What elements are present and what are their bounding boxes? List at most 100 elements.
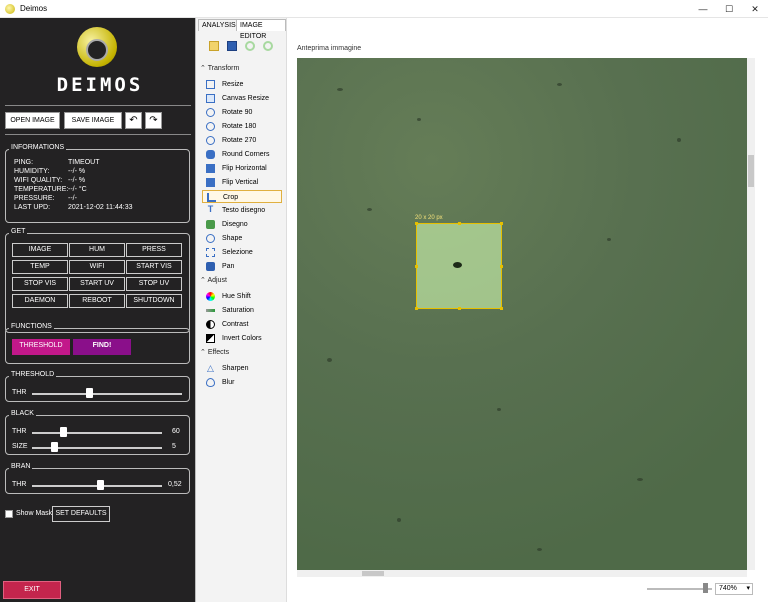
tool-flip-vertical[interactable]: Flip Vertical bbox=[202, 176, 282, 189]
image-speck bbox=[557, 83, 562, 86]
flip-horizontal-icon bbox=[206, 164, 215, 173]
get-wifi-button[interactable]: WIFI bbox=[69, 260, 125, 274]
threshold-slider-thumb[interactable] bbox=[86, 388, 93, 398]
vertical-scroll-thumb[interactable] bbox=[748, 155, 754, 187]
get-press-button[interactable]: PRESS bbox=[126, 243, 182, 257]
tool-flip-horizontal[interactable]: Flip Horizontal bbox=[202, 162, 282, 175]
black-size-slider-thumb[interactable] bbox=[51, 442, 58, 452]
image-speck bbox=[367, 208, 372, 211]
bran-slider-thumb[interactable] bbox=[97, 480, 104, 490]
tool-label: Selezione bbox=[222, 249, 253, 256]
shutdown-button[interactable]: SHUTDOWN bbox=[126, 294, 182, 308]
humidity-label: HUMIDITY: bbox=[14, 168, 50, 175]
tab-image-editor[interactable]: IMAGE EDITOR bbox=[236, 19, 286, 40]
image-preview-area: Anteprima immagine 20 x 20 px 740% ▾ bbox=[287, 18, 768, 602]
crop-handle[interactable] bbox=[415, 222, 418, 225]
threshold-slider-track[interactable] bbox=[32, 393, 182, 395]
threshold-title: THRESHOLD bbox=[9, 371, 57, 378]
tool-invert-colors[interactable]: Invert Colors bbox=[202, 332, 282, 345]
tool-saturation[interactable]: Saturation bbox=[202, 304, 282, 317]
crop-selection[interactable] bbox=[415, 222, 503, 310]
undo-icon[interactable]: ↶ bbox=[125, 112, 142, 129]
open-file-icon[interactable] bbox=[209, 41, 219, 51]
tool-resize[interactable]: Resize bbox=[202, 78, 282, 91]
stop-vis-button[interactable]: STOP VIS bbox=[12, 277, 68, 291]
transform-title: Transform bbox=[207, 65, 240, 72]
tool-crop[interactable]: Crop bbox=[202, 190, 282, 203]
black-panel: BLACK THR 60 SIZE 5 bbox=[5, 410, 190, 455]
get-image-button[interactable]: IMAGE bbox=[12, 243, 68, 257]
tool-label: Shape bbox=[222, 235, 243, 242]
daemon-button[interactable]: DAEMON bbox=[12, 294, 68, 308]
vertical-scrollbar[interactable] bbox=[747, 58, 755, 570]
tool-label: Saturation bbox=[222, 307, 254, 314]
draw-icon bbox=[206, 220, 215, 229]
stop-uv-button[interactable]: STOP UV bbox=[126, 277, 182, 291]
redo-arrow-icon[interactable] bbox=[263, 41, 273, 51]
close-button[interactable]: ✕ bbox=[742, 0, 768, 18]
set-defaults-button[interactable]: SET DEFAULTS bbox=[52, 506, 110, 522]
open-image-button[interactable]: OPEN IMAGE bbox=[5, 112, 60, 129]
window-title: Deimos bbox=[20, 4, 48, 13]
crop-handle[interactable] bbox=[458, 307, 461, 310]
tool-shape[interactable]: Shape bbox=[202, 232, 282, 245]
crop-handle[interactable] bbox=[415, 265, 418, 268]
tool-selezione[interactable]: Selezione bbox=[202, 246, 282, 259]
get-hum-button[interactable]: HUM bbox=[69, 243, 125, 257]
minimize-button[interactable]: — bbox=[690, 0, 716, 18]
chevron-down-icon: ▾ bbox=[746, 585, 750, 592]
tool-disegno[interactable]: Disegno bbox=[202, 218, 282, 231]
show-mask-checkbox[interactable] bbox=[5, 510, 13, 518]
tool-rotate-180[interactable]: Rotate 180 bbox=[202, 120, 282, 133]
resize-icon bbox=[206, 80, 215, 89]
black-thr-slider-track[interactable] bbox=[32, 432, 162, 434]
threshold-button[interactable]: THRESHOLD bbox=[12, 339, 70, 355]
horizontal-scroll-thumb[interactable] bbox=[362, 571, 384, 576]
tool-label: Canvas Resize bbox=[222, 95, 270, 102]
tool-label: Sharpen bbox=[222, 365, 249, 372]
undo-arrow-icon[interactable] bbox=[245, 41, 255, 51]
tool-label: Flip Vertical bbox=[222, 179, 259, 186]
tool-sharpen[interactable]: △ Sharpen bbox=[202, 362, 282, 375]
black-thr-value: 60 bbox=[172, 428, 180, 435]
informations-panel: INFORMATIONS PING: TIMEOUT HUMIDITY: --/… bbox=[5, 144, 190, 223]
start-uv-button[interactable]: START UV bbox=[69, 277, 125, 291]
tab-analysis[interactable]: ANALYSIS bbox=[198, 19, 240, 31]
tool-testo-disegno[interactable]: T Testo disegno bbox=[202, 204, 282, 217]
threshold-panel: THRESHOLD THR bbox=[5, 371, 190, 402]
tool-rotate-90[interactable]: Rotate 90 bbox=[202, 106, 282, 119]
crop-handle[interactable] bbox=[458, 222, 461, 225]
tool-hue-shift[interactable]: Hue Shift bbox=[202, 290, 282, 303]
reboot-button[interactable]: REBOOT bbox=[69, 294, 125, 308]
tool-round-corners[interactable]: Round Corners bbox=[202, 148, 282, 161]
maximize-button[interactable]: ☐ bbox=[716, 0, 742, 18]
tool-contrast[interactable]: Contrast bbox=[202, 318, 282, 331]
save-image-button[interactable]: SAVE IMAGE bbox=[64, 112, 122, 129]
canvas-resize-icon bbox=[206, 94, 215, 103]
black-thr-slider-thumb[interactable] bbox=[60, 427, 67, 437]
tool-blur[interactable]: Blur bbox=[202, 376, 282, 389]
find-button[interactable]: FIND! bbox=[73, 339, 131, 355]
image-canvas[interactable]: 20 x 20 px bbox=[297, 58, 747, 570]
crop-handle[interactable] bbox=[415, 307, 418, 310]
crop-handle[interactable] bbox=[500, 265, 503, 268]
exit-button[interactable]: EXIT bbox=[3, 581, 61, 599]
bran-panel: BRAN THR 0,52 bbox=[5, 463, 190, 494]
redo-icon[interactable]: ↷ bbox=[145, 112, 162, 129]
save-file-icon[interactable] bbox=[227, 41, 237, 51]
horizontal-scrollbar[interactable] bbox=[297, 570, 747, 577]
tool-rotate-270[interactable]: Rotate 270 bbox=[202, 134, 282, 147]
shape-icon bbox=[206, 234, 215, 243]
tool-label: Hue Shift bbox=[222, 293, 251, 300]
crop-handle[interactable] bbox=[500, 307, 503, 310]
zoom-level-select[interactable]: 740% ▾ bbox=[715, 583, 753, 595]
tool-canvas-resize[interactable]: Canvas Resize bbox=[202, 92, 282, 105]
functions-panel: FUNCTIONS THRESHOLD FIND! bbox=[5, 323, 190, 364]
zoom-slider-thumb[interactable] bbox=[703, 583, 708, 593]
wifi-quality-value: --/- % bbox=[68, 177, 86, 184]
start-vis-button[interactable]: START VIS bbox=[126, 260, 182, 274]
last-update-value: 2021-12-02 11:44:33 bbox=[68, 204, 133, 211]
tool-pan[interactable]: Pan bbox=[202, 260, 282, 273]
crop-handle[interactable] bbox=[500, 222, 503, 225]
get-temp-button[interactable]: TEMP bbox=[12, 260, 68, 274]
